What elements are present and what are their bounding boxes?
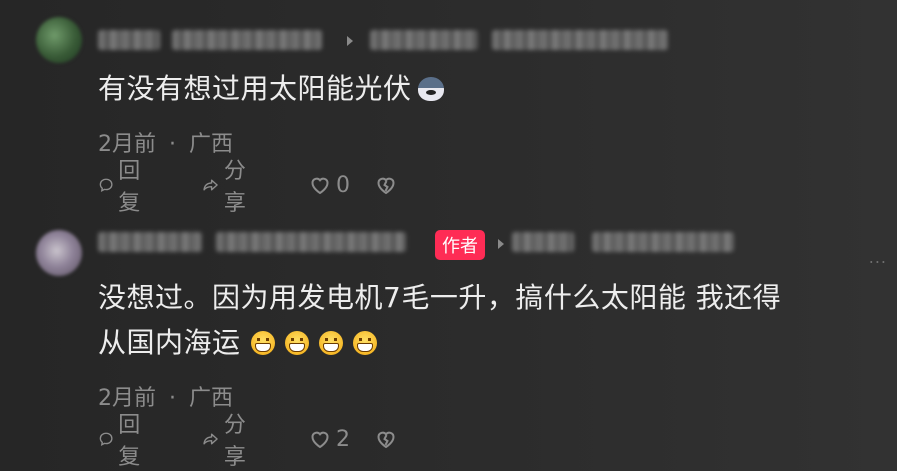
broken-heart-icon <box>377 431 395 449</box>
heart-icon <box>311 431 329 449</box>
username-redacted[interactable] <box>98 232 202 252</box>
grinning-face-emoji <box>284 331 309 355</box>
share-button[interactable]: 分享 <box>202 413 254 470</box>
more-options-button[interactable]: ... <box>869 248 887 267</box>
grinning-face-emoji <box>352 331 377 355</box>
like-count: 2 <box>336 426 350 452</box>
username-redacted[interactable] <box>172 30 322 50</box>
reply-to-redacted[interactable] <box>512 232 574 252</box>
avatar[interactable] <box>36 17 82 63</box>
dog-face-emoji <box>417 77 444 101</box>
username-redacted[interactable] <box>216 232 406 252</box>
grinning-face-emoji <box>250 331 275 355</box>
meta-separator: · <box>169 132 176 157</box>
like-button[interactable]: 2 <box>308 425 350 453</box>
like-button[interactable]: 0 <box>308 171 350 199</box>
share-arrow-icon <box>203 433 218 445</box>
username-redacted[interactable] <box>98 30 160 50</box>
reply-arrow-icon <box>498 239 504 249</box>
broken-heart-icon <box>377 177 395 195</box>
meta-separator: · <box>169 386 176 411</box>
reply-to-redacted[interactable] <box>492 30 668 50</box>
reply-button[interactable]: 回复 <box>98 159 148 216</box>
dislike-button[interactable] <box>374 171 402 199</box>
comment-text-line-1: 没想过。因为用发电机7毛一升，搞什么太阳能 我还得 <box>98 281 782 314</box>
reply-bubble-icon <box>99 432 113 446</box>
comment-text: 没想过。因为用发电机7毛一升，搞什么太阳能 我还得 从国内海运 <box>98 279 781 362</box>
like-count: 0 <box>336 172 350 198</box>
comment-text-line-2: 从国内海运 <box>98 324 781 362</box>
reply-arrow-icon <box>347 36 353 46</box>
share-button[interactable]: 分享 <box>202 159 254 216</box>
reply-bubble-icon <box>99 178 113 192</box>
reply-to-redacted[interactable] <box>370 30 478 50</box>
comment-text: 有没有想过用太阳能光伏 <box>98 70 444 108</box>
share-arrow-icon <box>203 179 218 191</box>
dislike-button[interactable] <box>374 425 402 453</box>
avatar[interactable] <box>36 230 82 276</box>
grinning-face-emoji <box>318 331 343 355</box>
heart-icon <box>311 177 329 195</box>
reply-to-redacted[interactable] <box>592 232 734 252</box>
author-badge: 作者 <box>435 230 485 260</box>
reply-button[interactable]: 回复 <box>98 413 148 470</box>
